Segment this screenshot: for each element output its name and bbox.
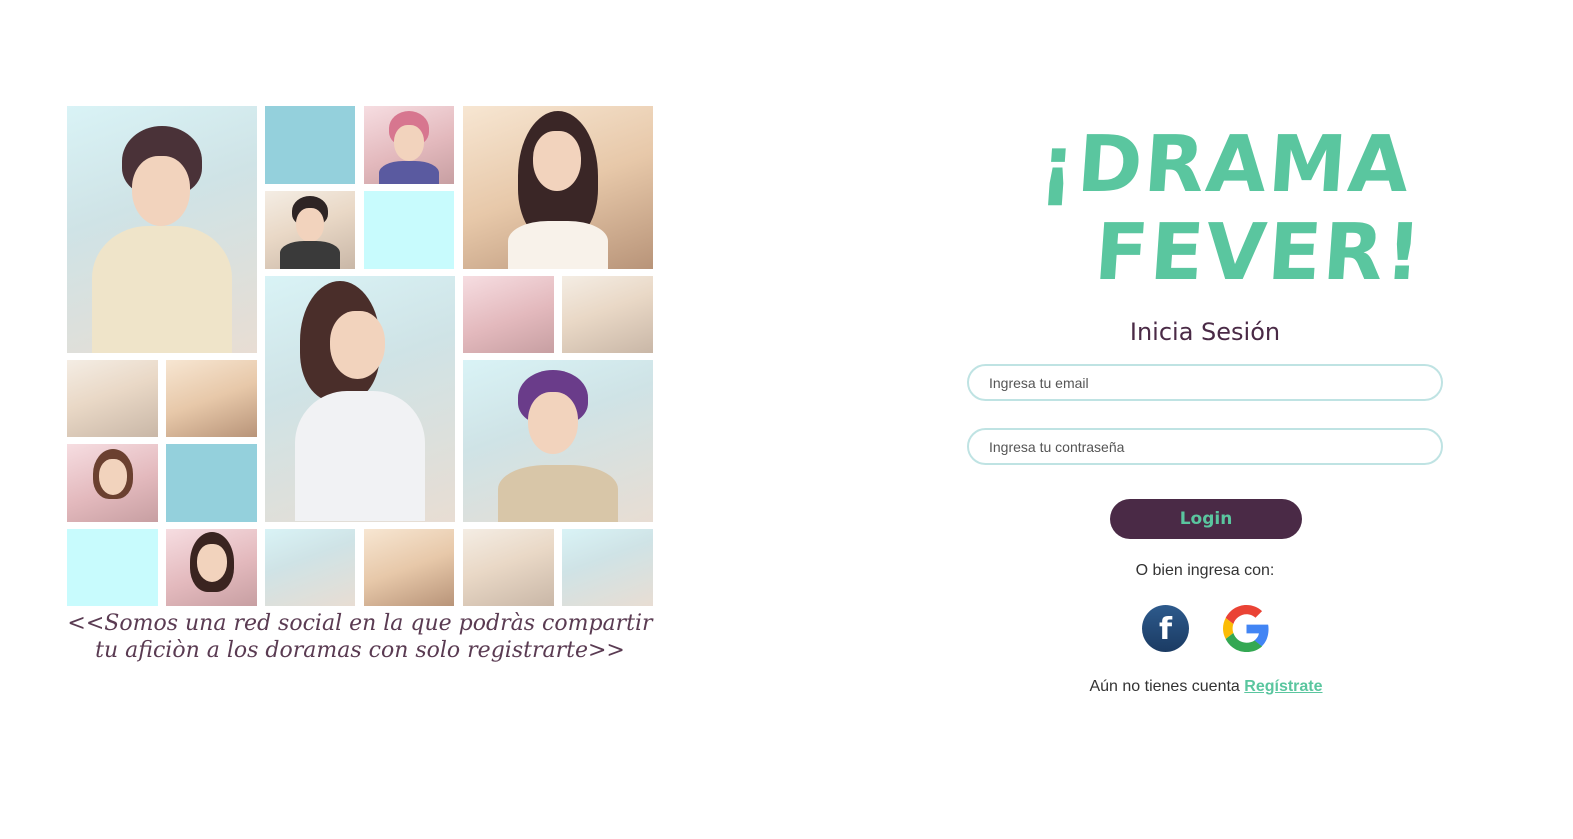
brand-logo-line: ¡DRAMA: [1036, 120, 1414, 210]
drama-cast-photo: [463, 360, 653, 522]
collage-block: [67, 529, 158, 606]
google-icon: [1223, 605, 1269, 652]
promo-caption: <<Somos una red social en la que podràs …: [60, 610, 660, 664]
drama-cast-photo: [562, 276, 653, 353]
google-login-button[interactable]: [1223, 605, 1270, 652]
brand-logo-line: FEVER!: [1091, 208, 1427, 298]
facebook-login-button[interactable]: f: [1142, 605, 1189, 652]
collage-block: [166, 444, 257, 522]
promo-collage: <<Somos una red social en la que podràs …: [0, 0, 720, 839]
register-prompt: Aún no tienes cuenta Regístrate: [1000, 678, 1412, 696]
drama-cast-photo: [364, 529, 454, 606]
drama-cast-photo: [166, 360, 257, 437]
login-heading: Inicia Sesión: [1129, 318, 1281, 346]
drama-cast-photo: [364, 106, 454, 184]
register-prompt-text: Aún no tienes cuenta: [1089, 678, 1240, 695]
drama-cast-photo: [67, 360, 158, 437]
email-input[interactable]: [967, 364, 1443, 401]
collage-block: [265, 106, 355, 184]
collage-block: [364, 191, 454, 269]
register-link[interactable]: Regístrate: [1244, 678, 1322, 695]
drama-cast-photo: [67, 106, 257, 353]
drama-cast-photo: [67, 444, 158, 522]
promo-caption-line: <<Somos una red social en la que podràs …: [67, 611, 653, 636]
drama-cast-photo: [166, 529, 257, 606]
password-input[interactable]: [967, 428, 1443, 465]
facebook-icon: f: [1158, 612, 1173, 647]
drama-cast-photo: [265, 191, 355, 269]
drama-cast-photo: [463, 529, 554, 606]
promo-caption-line: tu aficiòn a los doramas con solo regist…: [95, 638, 625, 663]
drama-cast-photo: [463, 276, 554, 353]
login-button[interactable]: Login: [1110, 499, 1302, 539]
drama-cast-photo: [463, 106, 653, 269]
alt-login-text: O bien ingresa con:: [1135, 562, 1275, 579]
brand-logo: ¡DRAMA FEVER!: [1037, 120, 1426, 310]
drama-cast-photo: [562, 529, 653, 606]
drama-cast-photo: [265, 276, 455, 522]
drama-cast-photo: [265, 529, 355, 606]
